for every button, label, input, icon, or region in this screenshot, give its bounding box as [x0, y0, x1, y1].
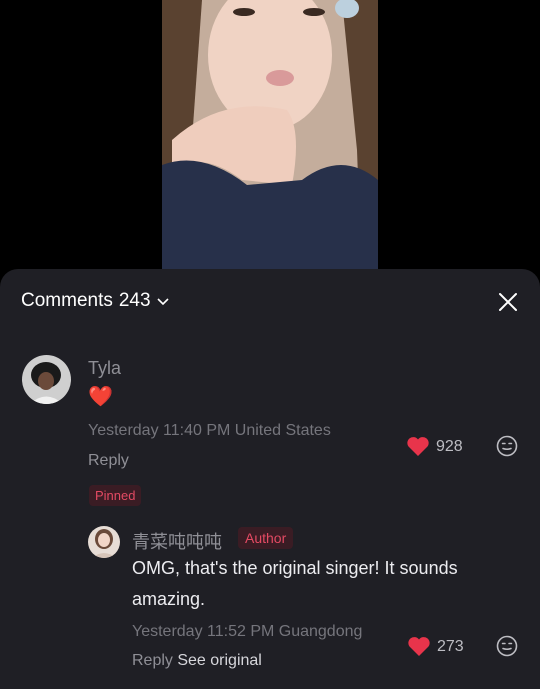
- comment-text: ❤️: [88, 386, 113, 408]
- reply-button[interactable]: Reply: [88, 452, 129, 470]
- video-frame-image: [162, 0, 378, 285]
- reply-username[interactable]: 青菜吨吨吨: [132, 528, 222, 554]
- comment-meta: Yesterday 11:40 PM United States: [88, 422, 331, 439]
- heart-icon: [407, 437, 429, 456]
- emoji-icon[interactable]: [496, 635, 518, 657]
- like-count: 273: [437, 637, 464, 655]
- heart-icon: [408, 637, 430, 656]
- close-icon[interactable]: [498, 292, 518, 312]
- emoji-icon[interactable]: [496, 435, 518, 457]
- like-button[interactable]: 928: [406, 436, 463, 457]
- avatar-image: [22, 355, 71, 404]
- comments-count: 243: [118, 290, 151, 311]
- video-preview[interactable]: [162, 0, 378, 285]
- reply-meta: Yesterday 11:52 PM Guangdong: [132, 623, 363, 640]
- avatar-image: [88, 526, 120, 558]
- author-badge: Author: [238, 527, 294, 549]
- chevron-down-icon[interactable]: [156, 298, 169, 306]
- reply-text: OMG, that's the original singer! It soun…: [132, 558, 458, 609]
- like-count: 928: [436, 437, 463, 455]
- reply-actions: Reply See original: [132, 652, 262, 670]
- reply-button[interactable]: Reply: [132, 652, 173, 669]
- pinned-badge: Pinned: [89, 485, 142, 506]
- comments-header[interactable]: Comments 243: [21, 290, 169, 312]
- comments-title: Comments: [21, 290, 113, 311]
- avatar[interactable]: [88, 526, 120, 558]
- like-button[interactable]: 273: [407, 636, 464, 657]
- see-original-button[interactable]: See original: [177, 652, 262, 669]
- comment-username[interactable]: Tyla: [88, 358, 121, 379]
- avatar[interactable]: [22, 355, 71, 404]
